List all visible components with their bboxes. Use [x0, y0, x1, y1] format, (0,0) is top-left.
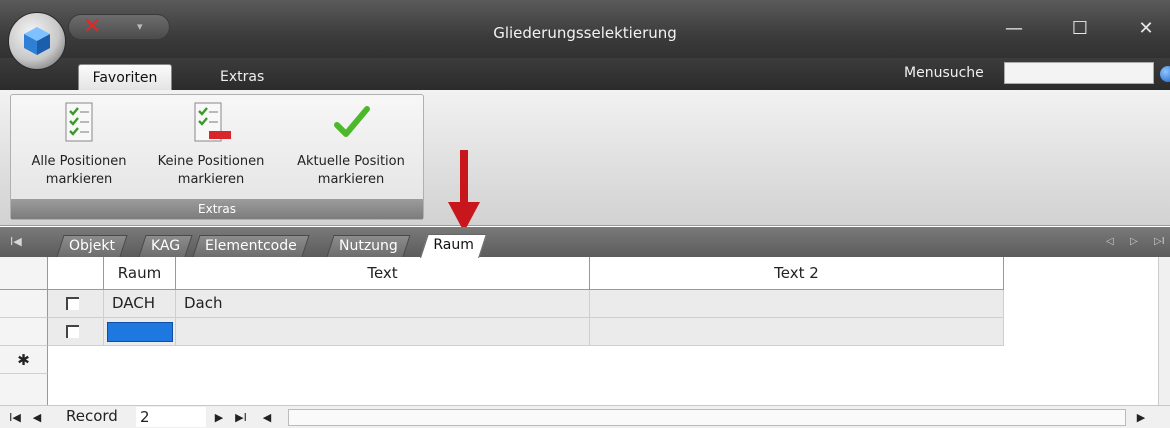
button-label-line2: markieren — [317, 172, 385, 187]
tab-label: Elementcode — [205, 238, 297, 254]
tab-elementcode[interactable]: Elementcode — [192, 235, 310, 257]
button-label-line1: Aktuelle Position — [297, 154, 405, 169]
raum-value: DACH — [112, 294, 156, 312]
record-navigator: I◀ ◀ Record 2 ▶ ▶I ◀ ▶ — [0, 405, 1170, 428]
tab-raum[interactable]: Raum — [420, 234, 487, 258]
vertical-scrollbar[interactable] — [1158, 257, 1170, 407]
help-icon[interactable] — [1160, 66, 1170, 82]
ribbon-tab-row: Favoriten Extras Menusuche — [0, 58, 1170, 90]
close-button[interactable]: ✕ — [1126, 14, 1166, 44]
text-2-cell[interactable] — [590, 290, 1004, 318]
text-cell[interactable] — [176, 318, 590, 346]
checkbox-cell — [48, 318, 104, 346]
record-number-input[interactable]: 2 — [136, 407, 206, 427]
checklist-none-icon — [194, 102, 231, 142]
text-value: Dach — [184, 294, 223, 312]
tab-nutzung[interactable]: Nutzung — [326, 235, 411, 257]
tab-favoriten[interactable]: Favoriten — [78, 64, 172, 90]
tab-scroll-last-icon[interactable]: ▷I — [1154, 236, 1165, 247]
ribbon-group-extras: Alle Positionen markieren Keine Position… — [10, 94, 424, 220]
horizontal-scrollbar[interactable] — [288, 409, 1126, 426]
minimize-button[interactable]: — — [994, 14, 1034, 44]
button-label-line1: Keine Positionen — [157, 154, 265, 169]
tab-kag[interactable]: KAG — [138, 235, 193, 257]
menu-search-input[interactable] — [1004, 62, 1154, 84]
row-checkbox[interactable] — [66, 297, 79, 310]
tab-objekt[interactable]: Objekt — [56, 235, 128, 257]
row-selector[interactable] — [0, 290, 48, 318]
tab-scroll-prev-icon[interactable]: ◁ — [1106, 236, 1114, 247]
green-checkmark-icon — [334, 106, 370, 137]
scroll-right-button[interactable]: ▶ — [1132, 408, 1150, 427]
raum-input-selected[interactable] — [107, 322, 173, 342]
tab-extras[interactable]: Extras — [208, 64, 276, 90]
column-header-text-2[interactable]: Text 2 — [590, 257, 1004, 290]
previous-record-button[interactable]: ◀ — [28, 408, 46, 427]
menu-search-label: Menusuche — [904, 65, 984, 81]
button-label-line2: markieren — [177, 172, 245, 187]
raum-cell[interactable] — [104, 318, 176, 346]
next-record-button[interactable]: ▶ — [210, 408, 228, 427]
checklist-all-icon — [65, 102, 93, 142]
ribbon-group-caption: Extras — [11, 199, 423, 219]
button-label-line2: markieren — [45, 172, 113, 187]
row-selector[interactable] — [0, 318, 48, 346]
aktuelle-position-markieren-button[interactable]: Aktuelle Position markieren — [281, 101, 421, 189]
record-label: Record — [66, 407, 118, 425]
column-header-raum[interactable]: Raum — [104, 257, 176, 290]
tab-label: Nutzung — [339, 238, 398, 254]
ribbon: Alle Positionen markieren Keine Position… — [0, 90, 1170, 226]
datasheet: Raum Text Text 2 DACH Dach ✱ — [0, 257, 1170, 405]
red-down-arrow-icon — [448, 150, 480, 232]
database-cube-icon — [24, 27, 50, 55]
title-bar: ✕ ▾ Gliederungsselektierung — ☐ ✕ — [0, 0, 1170, 70]
row-selector-header — [0, 257, 48, 290]
application-menu-button[interactable] — [8, 12, 66, 70]
tab-label: Objekt — [69, 238, 116, 254]
row-checkbox[interactable] — [66, 325, 79, 338]
last-record-button[interactable]: ▶I — [230, 408, 252, 427]
form-tab-strip: I◀ Objekt KAG Elementcode Nutzung Raum ◁… — [0, 227, 1170, 258]
text-2-cell[interactable] — [590, 318, 1004, 346]
button-label-line1: Alle Positionen — [31, 154, 127, 169]
checkbox-cell — [48, 290, 104, 318]
keine-positionen-markieren-button[interactable]: Keine Positionen markieren — [145, 101, 277, 189]
new-record-marker[interactable]: ✱ — [0, 346, 48, 374]
row-selector-empty — [0, 374, 48, 405]
maximize-button[interactable]: ☐ — [1060, 14, 1100, 44]
tab-label: Raum — [433, 237, 474, 253]
alle-positionen-markieren-button[interactable]: Alle Positionen markieren — [15, 101, 143, 189]
tab-label: KAG — [151, 238, 181, 254]
tab-scroll-first-icon[interactable]: I◀ — [10, 235, 22, 248]
raum-cell[interactable]: DACH — [104, 290, 176, 318]
checkbox-column-header — [48, 257, 104, 290]
column-header-text[interactable]: Text — [176, 257, 590, 290]
scroll-left-button[interactable]: ◀ — [258, 408, 276, 427]
text-cell[interactable]: Dach — [176, 290, 590, 318]
first-record-button[interactable]: I◀ — [6, 408, 24, 427]
tab-scroll-next-icon[interactable]: ▷ — [1130, 236, 1138, 247]
